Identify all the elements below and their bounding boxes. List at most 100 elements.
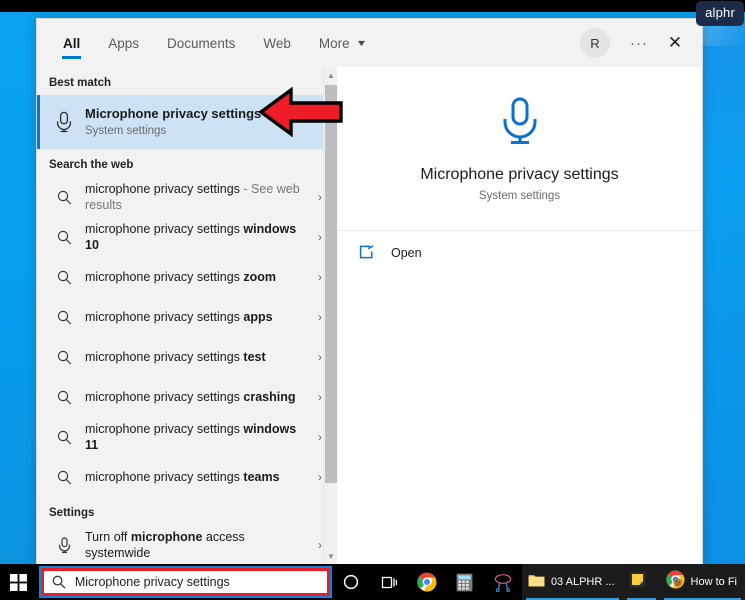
calculator-icon[interactable]: [446, 564, 484, 600]
result-best-match-subtitle: System settings: [85, 124, 329, 139]
taskbar-items: 03 ALPHR ...: [332, 564, 745, 600]
sticky-notes-window[interactable]: [623, 564, 660, 600]
avatar-initial: R: [590, 36, 599, 51]
more-options-button[interactable]: ···: [622, 26, 656, 60]
search-icon: [49, 230, 79, 245]
result-web-item-text: microphone privacy settings - See web re…: [79, 181, 311, 213]
web-results-group: microphone privacy settings - See web re…: [37, 177, 337, 497]
search-input[interactable]: Microphone privacy settings: [44, 571, 327, 593]
search-web-label: Search the web: [37, 149, 337, 177]
tab-apps[interactable]: Apps: [94, 19, 153, 67]
result-web-item-text: microphone privacy settings zoom: [79, 269, 311, 285]
result-web-item[interactable]: microphone privacy settings apps›: [37, 297, 337, 337]
settings-results-group: Turn off microphone access systemwide›: [37, 525, 337, 564]
scroll-down-icon[interactable]: ▼: [324, 548, 337, 564]
preview-title: Microphone privacy settings: [420, 165, 618, 185]
result-settings-item-title: Turn off microphone access systemwide: [85, 529, 311, 561]
snipping-tool-icon[interactable]: [484, 564, 522, 600]
chrome-icon[interactable]: [408, 564, 446, 600]
watermark-text: alphr: [705, 5, 735, 20]
microphone-icon: [49, 537, 79, 554]
result-web-item[interactable]: microphone privacy settings test›: [37, 337, 337, 377]
ellipsis-icon: ···: [630, 35, 648, 52]
result-web-item-text: microphone privacy settings teams: [79, 469, 311, 485]
taskbar-search[interactable]: Microphone privacy settings: [39, 566, 332, 598]
result-best-match[interactable]: Microphone privacy settings System setti…: [37, 95, 337, 149]
tab-documents[interactable]: Documents: [153, 19, 249, 67]
flyout-body: Best match Microphone privacy settings S…: [37, 67, 702, 564]
result-web-item[interactable]: microphone privacy settings windows 11›: [37, 417, 337, 457]
scrollbar-thumb[interactable]: [325, 85, 337, 483]
result-web-item-title: microphone privacy settings zoom: [85, 269, 311, 285]
result-web-item-text: microphone privacy settings test: [79, 349, 311, 365]
results-scrollbar[interactable]: ▲ ▼: [323, 67, 337, 564]
sticky-note-icon: [629, 571, 646, 593]
results-list: Best match Microphone privacy settings S…: [37, 67, 337, 564]
tab-web[interactable]: Web: [249, 19, 305, 67]
result-best-match-text: Microphone privacy settings System setti…: [79, 106, 329, 139]
result-web-item-title: microphone privacy settings teams: [85, 469, 311, 485]
result-best-match-title: Microphone privacy settings: [85, 106, 329, 122]
result-web-item-title: microphone privacy settings apps: [85, 309, 311, 325]
taskbar: Microphone privacy settings: [0, 564, 745, 600]
open-action[interactable]: Open: [337, 231, 702, 260]
open-external-icon: [359, 245, 385, 260]
tab-apps-label: Apps: [108, 36, 139, 51]
microphone-icon: [498, 96, 542, 153]
search-input-value: Microphone privacy settings: [66, 575, 230, 589]
result-web-item-title: microphone privacy settings - See web re…: [85, 181, 311, 213]
scroll-up-icon[interactable]: ▲: [324, 67, 337, 83]
chrome-window[interactable]: How to Fi: [660, 564, 745, 600]
chevron-down-icon: ▼: [355, 38, 367, 48]
screen: All Apps Documents Web More ▼ R: [0, 0, 745, 600]
tab-all[interactable]: All: [49, 19, 94, 67]
flyout-header: All Apps Documents Web More ▼ R: [37, 19, 702, 67]
result-web-item-text: microphone privacy settings windows 10: [79, 221, 311, 253]
result-settings-item[interactable]: Turn off microphone access systemwide›: [37, 525, 337, 564]
result-web-item[interactable]: microphone privacy settings - See web re…: [37, 177, 337, 217]
folder-window-label: 03 ALPHR ...: [551, 576, 615, 588]
microphone-icon: [49, 111, 79, 133]
tab-web-label: Web: [263, 36, 291, 51]
tab-all-label: All: [63, 36, 80, 51]
windows-start-icon[interactable]: [0, 564, 37, 600]
best-match-label: Best match: [37, 67, 337, 95]
settings-label: Settings: [37, 497, 337, 525]
result-web-item[interactable]: microphone privacy settings zoom›: [37, 257, 337, 297]
result-web-item-title: microphone privacy settings windows 11: [85, 421, 311, 453]
cortana-icon[interactable]: [332, 564, 370, 600]
result-web-item-title: microphone privacy settings windows 10: [85, 221, 311, 253]
tab-more[interactable]: More ▼: [305, 19, 380, 67]
search-icon: [49, 430, 79, 445]
tab-documents-label: Documents: [167, 36, 235, 51]
preview-panel: Microphone privacy settings System setti…: [337, 67, 702, 564]
search-icon: [49, 470, 79, 485]
result-web-item[interactable]: microphone privacy settings teams›: [37, 457, 337, 497]
result-web-item-title: microphone privacy settings crashing: [85, 389, 311, 405]
header-controls: R ··· ✕: [580, 19, 692, 67]
result-web-item-text: microphone privacy settings apps: [79, 309, 311, 325]
search-icon: [49, 350, 79, 365]
task-view-icon[interactable]: [370, 564, 408, 600]
result-web-item-title: microphone privacy settings test: [85, 349, 311, 365]
search-icon: [49, 310, 79, 325]
search-icon: [49, 190, 79, 205]
result-settings-item-text: Turn off microphone access systemwide: [79, 529, 311, 561]
search-flyout: All Apps Documents Web More ▼ R: [36, 18, 703, 564]
desktop-wallpaper-right: [703, 12, 745, 564]
folder-icon: [528, 573, 545, 592]
top-black-band: [0, 0, 745, 12]
open-action-label: Open: [385, 246, 422, 260]
tab-bar: All Apps Documents Web More ▼: [49, 19, 380, 67]
preview-subtitle: System settings: [479, 190, 560, 202]
search-icon: [52, 575, 66, 589]
close-button[interactable]: ✕: [658, 26, 692, 60]
result-web-item-text: microphone privacy settings windows 11: [79, 421, 311, 453]
result-web-item[interactable]: microphone privacy settings windows 10›: [37, 217, 337, 257]
alphr-watermark: alphr: [696, 1, 744, 26]
avatar[interactable]: R: [580, 28, 610, 58]
result-web-item[interactable]: microphone privacy settings crashing›: [37, 377, 337, 417]
close-icon: ✕: [668, 33, 682, 53]
chrome-window-label: How to Fi: [691, 576, 737, 588]
folder-window[interactable]: 03 ALPHR ...: [522, 564, 623, 600]
